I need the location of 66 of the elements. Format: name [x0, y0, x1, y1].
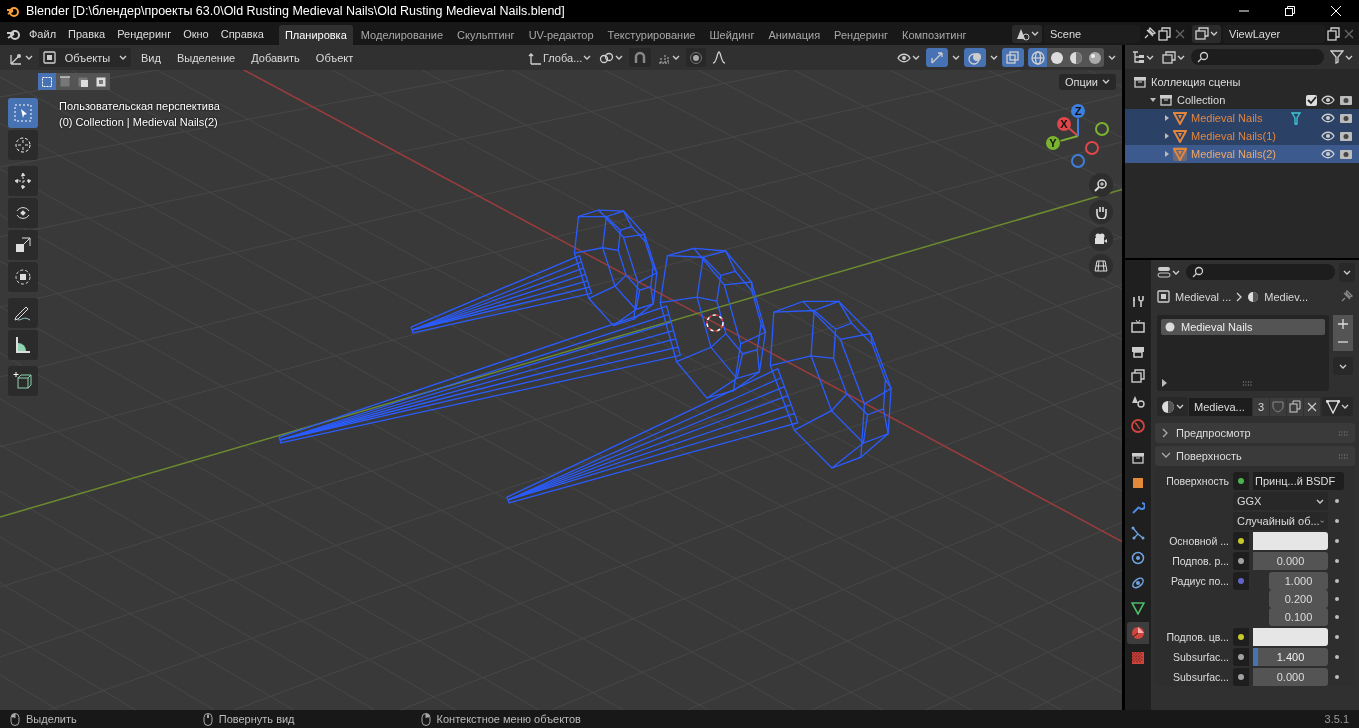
outliner-row[interactable]: Medieval Nails(2): [1125, 145, 1359, 163]
workspace-tab[interactable]: Композитинг: [896, 25, 973, 45]
menu-item[interactable]: Выделение: [170, 51, 242, 64]
material-name-field[interactable]: Medieva...: [1189, 397, 1253, 416]
item-label: Medieval Nails(2): [1191, 148, 1276, 160]
slider-field[interactable]: 1.400: [1253, 648, 1328, 666]
workspace-tab[interactable]: Моделирование: [354, 25, 450, 45]
menu-item[interactable]: Окно: [178, 24, 214, 43]
axis-handle[interactable]: Y: [1046, 135, 1079, 150]
number-field[interactable]: 1.000: [1269, 572, 1328, 590]
workspace-tab[interactable]: Текстурирование: [601, 25, 702, 45]
status-hint: Выделить: [26, 713, 77, 725]
shader-field[interactable]: Принц...й BSDF: [1253, 472, 1344, 490]
panel-title: Поверхность: [1176, 450, 1242, 462]
menu-item[interactable]: Справка: [215, 24, 269, 43]
panel-header[interactable]: Предпросмотр: [1155, 423, 1355, 443]
mode-dropdown[interactable]: Объекты: [39, 48, 131, 67]
property-label: Поверхность: [1165, 475, 1230, 487]
property-label: Subsurfac...: [1171, 671, 1230, 683]
status-hint: Контекстное меню объектов: [436, 713, 581, 725]
outliner-row[interactable]: Medieval Nails: [1125, 109, 1359, 127]
workspace-tab[interactable]: UV-редактор: [522, 25, 600, 45]
workspace-tab[interactable]: Скульптинг: [451, 25, 521, 45]
view-name: Пользовательская перспектива: [59, 100, 220, 112]
window-title: Blender [D:\блендер\проекты 63.0\Old Rusting Medieval Nails\Old Rusting Medieval Nails.blend]: [26, 4, 566, 18]
property-label: Основной ...: [1168, 535, 1230, 547]
scene-field[interactable]: Scene: [1044, 24, 1140, 43]
number-field[interactable]: 0.100: [1269, 608, 1328, 626]
options-dropdown[interactable]: Опции: [1058, 73, 1116, 90]
workspace-tab[interactable]: Рендеринг: [828, 25, 895, 45]
item-label: Collection: [1177, 94, 1226, 106]
version-label: 3.5.1: [1324, 713, 1349, 725]
panel-header[interactable]: Поверхность: [1155, 446, 1355, 466]
number-field[interactable]: 0.000: [1253, 552, 1328, 570]
list-item[interactable]: Medieval Nails: [1161, 319, 1325, 335]
workspace-tab[interactable]: Шейдинг: [703, 25, 761, 45]
workspace-tab[interactable]: Анимация: [762, 25, 827, 45]
menu-item[interactable]: Рендеринг: [112, 24, 177, 43]
number-field[interactable]: 0.000: [1253, 668, 1328, 686]
property-label: Радиус по...: [1169, 575, 1230, 587]
breadcrumb-item[interactable]: Medieval ...: [1175, 290, 1232, 303]
item-label: Medieval Nails(1): [1191, 130, 1276, 142]
menu-item[interactable]: Файл: [24, 24, 62, 43]
property-label: Подпов. цв...: [1165, 631, 1230, 643]
item-label: Коллекция сцены: [1151, 76, 1241, 88]
axis-handle[interactable]: Z: [1071, 104, 1085, 137]
context-info: (0) Collection | Medieval Nails(2): [59, 116, 219, 128]
panel-title: Предпросмотр: [1176, 427, 1251, 439]
property-label: Подпов. р...: [1171, 555, 1230, 567]
axis-handle[interactable]: X: [1057, 117, 1079, 137]
view-layer-field[interactable]: ViewLayer: [1223, 24, 1325, 43]
outliner-row[interactable]: Medieval Nails(1): [1125, 127, 1359, 145]
menu-item[interactable]: Добавить: [245, 51, 306, 64]
user-count[interactable]: 3: [1253, 397, 1270, 416]
property-label: Subsurfac...: [1171, 651, 1230, 663]
menu-item[interactable]: Объект: [309, 51, 360, 64]
menu-item[interactable]: Вид: [135, 51, 167, 64]
workspace-tab[interactable]: Планировка: [278, 25, 353, 45]
breadcrumb-item[interactable]: Mediev...: [1264, 290, 1309, 303]
number-field[interactable]: 0.200: [1269, 590, 1328, 608]
dropdown[interactable]: GGX: [1233, 492, 1328, 510]
dropdown[interactable]: Случайный об...: [1233, 512, 1328, 530]
menu-item[interactable]: Правка: [63, 24, 111, 43]
status-hint: Повернуть вид: [218, 713, 295, 725]
item-label: Medieval Nails: [1191, 112, 1263, 124]
orientation-dropdown[interactable]: Глоба...: [526, 48, 594, 67]
